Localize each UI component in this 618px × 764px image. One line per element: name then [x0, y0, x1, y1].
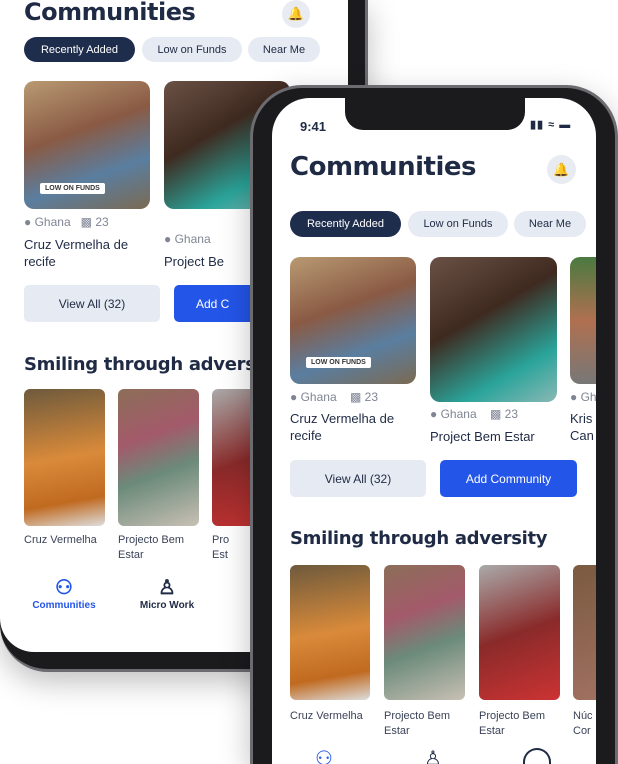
members-icon: ▩ [349, 390, 362, 404]
location-icon: ● [24, 215, 32, 229]
members-icon: ▩ [80, 215, 92, 229]
community-card-image[interactable]: LOW ON FUNDS [24, 81, 150, 209]
members-icon: ▩ [489, 407, 502, 421]
community-card-image[interactable] [430, 257, 557, 402]
story-caption: Cruz Vermelha [290, 710, 363, 722]
card-meta: ● Ghana ▩ 23 [24, 215, 109, 229]
card-title[interactable]: Cruz Vermelha de recife [290, 410, 415, 444]
location-icon: ● [570, 390, 578, 404]
nav-communities-icon[interactable]: ⚇ [315, 746, 333, 764]
filter-recently-added[interactable]: Recently Added [290, 211, 401, 237]
story-caption: Projecto Bem Estar [479, 710, 546, 737]
communities-icon: ⚇ [55, 577, 73, 599]
card-meta: ● Gh [570, 390, 596, 404]
story-image[interactable] [479, 565, 560, 700]
low-funds-badge: LOW ON FUNDS [306, 357, 371, 368]
location-icon: ● [430, 407, 438, 421]
notification-button[interactable]: 🔔 [547, 155, 576, 184]
story-caption: Cruz Vermelha [24, 534, 97, 546]
notch [345, 98, 525, 130]
nav-profile-icon[interactable] [523, 748, 551, 764]
card-title[interactable]: Project Be [164, 253, 224, 270]
card-meta: ● Ghana ▩ 23 [430, 407, 519, 421]
page-title: Communities [290, 152, 477, 182]
card-meta: ● Ghana [164, 232, 211, 246]
story-caption: Núc Cor [573, 710, 593, 737]
card-title[interactable]: Kris Can [570, 410, 596, 444]
status-time: 9:41 [300, 119, 327, 134]
nav-micro-work-icon[interactable]: ♙ [424, 746, 442, 764]
story-image[interactable] [573, 565, 596, 700]
view-all-button[interactable]: View All (32) [290, 460, 426, 497]
story-image[interactable] [290, 565, 370, 700]
story-image[interactable] [384, 565, 465, 700]
story-caption: Projecto Bem Estar [384, 710, 451, 737]
low-funds-badge: LOW ON FUNDS [40, 183, 105, 194]
nav-micro-work[interactable]: ♙ Micro Work [127, 575, 207, 611]
bell-icon: 🔔 [287, 6, 305, 21]
story-caption: Projecto Bem Estar [118, 534, 185, 561]
community-card-image[interactable]: LOW ON FUNDS [290, 257, 416, 384]
nav-communities[interactable]: ⚇ Communities [24, 575, 104, 611]
status-icons: ▮▮ ≈ ▬ [530, 119, 572, 131]
bell-icon: 🔔 [553, 161, 570, 177]
story-image[interactable] [118, 389, 199, 526]
filter-low-on-funds[interactable]: Low on Funds [142, 37, 242, 62]
page-title: Communities [24, 0, 196, 26]
community-card-image[interactable] [570, 257, 596, 384]
story-image[interactable] [24, 389, 105, 526]
card-title[interactable]: Project Bem Estar [430, 428, 560, 445]
location-icon: ● [290, 390, 298, 404]
view-all-button[interactable]: View All (32) [24, 285, 160, 322]
location-icon: ● [164, 232, 172, 246]
add-community-button[interactable]: Add Community [440, 460, 577, 497]
micro-work-icon: ♙ [158, 577, 176, 599]
section-heading: Smiling through advers [24, 354, 256, 375]
card-meta: ● Ghana ▩ 23 [290, 390, 379, 404]
filter-low-on-funds[interactable]: Low on Funds [408, 211, 508, 237]
card-title[interactable]: Cruz Vermelha de recife [24, 236, 149, 270]
notification-button[interactable]: 🔔 [282, 0, 310, 28]
section-heading: Smiling through adversity [290, 528, 548, 549]
story-caption: Pro Est [212, 534, 230, 561]
filter-near-me[interactable]: Near Me [248, 37, 320, 62]
front-phone-screen: 9:41 ▮▮ ≈ ▬ Communities 🔔 Recently Added… [272, 98, 596, 764]
filter-near-me[interactable]: Near Me [514, 211, 586, 237]
filter-recently-added[interactable]: Recently Added [24, 37, 135, 62]
